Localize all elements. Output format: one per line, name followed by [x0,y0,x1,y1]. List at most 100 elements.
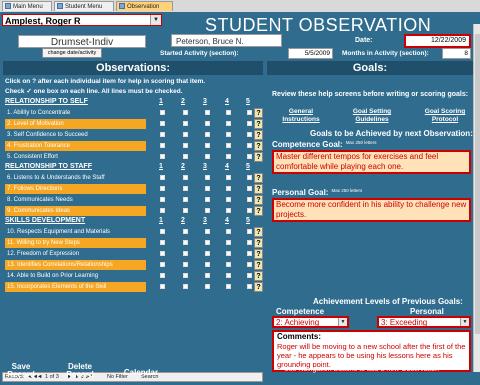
score-checkbox[interactable] [247,154,252,159]
score-checkbox[interactable] [226,273,231,278]
tab-observation[interactable]: Observation [116,1,173,11]
goal-scoring-protocol-button[interactable]: Goal Scoring Protocol [418,107,472,125]
help-question-icon[interactable]: ? [254,282,263,292]
score-checkbox[interactable] [247,197,252,202]
change-date-activity-button[interactable]: change date/activity [42,48,102,58]
competence-goal-field[interactable]: Master different tempos for exercises an… [272,150,471,174]
score-checkbox[interactable] [205,284,210,289]
score-checkbox[interactable] [247,132,252,137]
score-checkbox[interactable] [247,208,252,213]
score-checkbox[interactable] [160,132,165,137]
delete-record-button[interactable]: Delete Record [60,363,100,379]
score-checkbox[interactable] [183,240,188,245]
score-checkbox[interactable] [205,240,210,245]
help-question-icon[interactable]: ? [254,206,263,216]
score-checkbox[interactable] [183,251,188,256]
score-checkbox[interactable] [205,186,210,191]
score-checkbox[interactable] [205,154,210,159]
score-checkbox[interactable] [160,197,165,202]
score-checkbox[interactable] [160,284,165,289]
score-checkbox[interactable] [226,175,231,180]
help-question-icon[interactable]: ? [254,108,263,118]
comments-text[interactable]: Roger will be moving to a new school aft… [277,342,466,369]
help-question-icon[interactable]: ? [254,173,263,183]
help-question-icon[interactable]: ? [254,227,263,237]
score-checkbox[interactable] [247,251,252,256]
calendar-button[interactable]: Calendar [121,369,161,385]
score-checkbox[interactable] [183,186,188,191]
personal-level-select[interactable]: 3: Exceeding ▼ [377,316,471,328]
score-checkbox[interactable] [183,208,188,213]
date-field[interactable]: 12/22/2009 [404,34,471,48]
score-checkbox[interactable] [247,143,252,148]
score-checkbox[interactable] [205,262,210,267]
score-checkbox[interactable] [247,273,252,278]
score-checkbox[interactable] [226,262,231,267]
score-checkbox[interactable] [205,197,210,202]
score-checkbox[interactable] [226,143,231,148]
score-checkbox[interactable] [226,197,231,202]
scrollbar-thumb[interactable] [475,34,480,334]
score-checkbox[interactable] [183,175,188,180]
score-checkbox[interactable] [226,251,231,256]
score-checkbox[interactable] [183,110,188,115]
help-question-icon[interactable]: ? [254,195,263,205]
goal-setting-guidelines-button[interactable]: Goal Setting Guidelines [346,107,398,125]
score-checkbox[interactable] [205,229,210,234]
competence-level-select[interactable]: 2: Achieving ▼ [272,316,349,328]
score-checkbox[interactable] [205,143,210,148]
help-question-icon[interactable]: ? [254,184,263,194]
score-checkbox[interactable] [160,262,165,267]
score-checkbox[interactable] [160,121,165,126]
score-checkbox[interactable] [226,240,231,245]
score-checkbox[interactable] [183,262,188,267]
score-checkbox[interactable] [183,273,188,278]
chevron-down-icon[interactable]: ▼ [460,318,469,326]
score-checkbox[interactable] [226,284,231,289]
score-checkbox[interactable] [160,186,165,191]
score-checkbox[interactable] [205,208,210,213]
tab-main-menu[interactable]: Main Menu [2,1,52,11]
score-checkbox[interactable] [160,240,165,245]
score-checkbox[interactable] [160,143,165,148]
score-checkbox[interactable] [183,197,188,202]
chevron-down-icon[interactable]: ▼ [338,318,347,326]
score-checkbox[interactable] [247,240,252,245]
help-question-icon[interactable]: ? [254,238,263,248]
score-checkbox[interactable] [226,110,231,115]
help-question-icon[interactable]: ? [254,119,263,129]
score-checkbox[interactable] [160,110,165,115]
personal-goal-field[interactable]: Become more confident in his ability to … [272,198,471,222]
score-checkbox[interactable] [226,132,231,137]
score-checkbox[interactable] [183,154,188,159]
help-question-icon[interactable]: ? [254,271,263,281]
score-checkbox[interactable] [160,273,165,278]
score-checkbox[interactable] [226,208,231,213]
score-checkbox[interactable] [183,229,188,234]
help-question-icon[interactable]: ? [254,141,263,151]
score-checkbox[interactable] [247,121,252,126]
chevron-down-icon[interactable]: ▼ [150,15,161,25]
score-checkbox[interactable] [247,284,252,289]
score-checkbox[interactable] [160,154,165,159]
help-question-icon[interactable]: ? [254,249,263,259]
score-checkbox[interactable] [226,186,231,191]
score-checkbox[interactable] [226,154,231,159]
help-question-icon[interactable]: ? [254,152,263,162]
record-position[interactable]: 1 of 3 [45,373,59,382]
score-checkbox[interactable] [205,121,210,126]
score-checkbox[interactable] [226,229,231,234]
score-checkbox[interactable] [183,132,188,137]
score-checkbox[interactable] [247,229,252,234]
student-select[interactable]: Amplest, Roger R ▼ [2,14,162,26]
score-checkbox[interactable] [183,143,188,148]
score-checkbox[interactable] [160,229,165,234]
score-checkbox[interactable] [183,121,188,126]
score-checkbox[interactable] [160,208,165,213]
score-checkbox[interactable] [160,251,165,256]
score-checkbox[interactable] [205,175,210,180]
score-checkbox[interactable] [205,132,210,137]
tab-student-menu[interactable]: Student Menu [54,1,114,11]
score-checkbox[interactable] [247,262,252,267]
score-checkbox[interactable] [226,121,231,126]
